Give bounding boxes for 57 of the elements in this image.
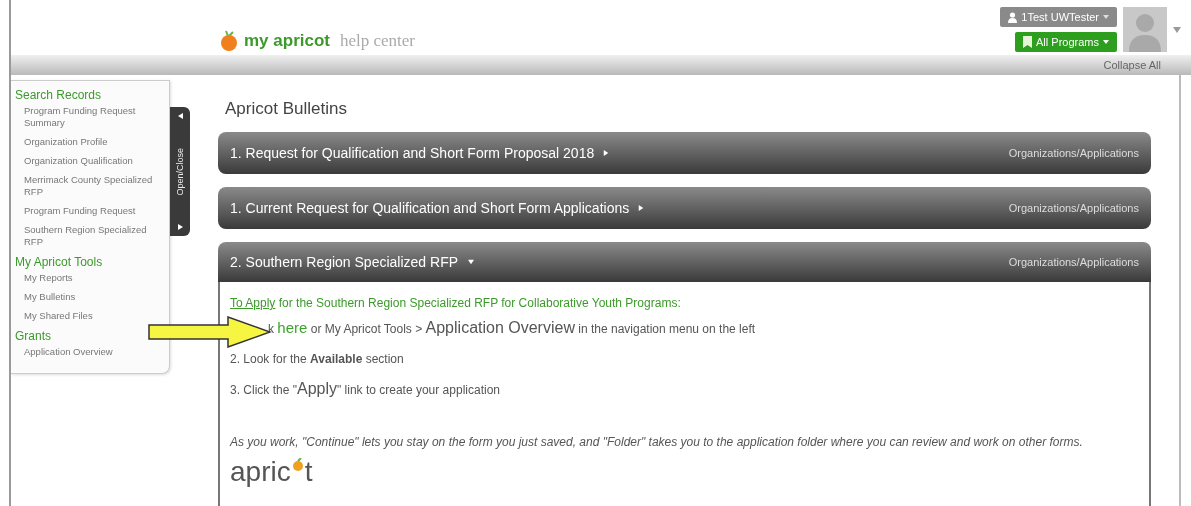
note-text: As you work, "Continue" lets you stay on the form you just saved, and "Folder" takes you to the application folder where you can review and work on other forms. xyxy=(230,434,1084,450)
bulletin-title: 2. Southern Region Specialized RFP xyxy=(230,254,459,270)
sidebar-item[interactable]: My Bulletins xyxy=(24,291,164,303)
step-text: 3. Click the " xyxy=(230,383,297,397)
caret-icon[interactable] xyxy=(1173,27,1181,33)
caret-icon xyxy=(1103,15,1109,19)
sidebar-item[interactable]: Program Funding Request Summary xyxy=(24,105,164,129)
caret-icon xyxy=(638,204,645,212)
person-icon xyxy=(1008,11,1018,23)
step-text: k xyxy=(268,322,275,336)
step-text: or My Apricot Tools > xyxy=(309,322,424,336)
bulletin-category: Organizations/Applications xyxy=(1008,147,1139,159)
caret-icon xyxy=(467,259,476,265)
step-emphasis: Application Overview xyxy=(425,319,575,336)
bulletin-title: 1. Current Request for Qualification and Short Form Applications xyxy=(230,200,630,216)
sidebar-section-title: My Apricot Tools xyxy=(15,255,104,269)
sidebar-item[interactable]: Application Overview xyxy=(24,346,164,358)
step-emphasis: Apply xyxy=(296,380,337,397)
sidebar-section-title: Grants xyxy=(15,329,52,343)
brand-subtitle: help center xyxy=(340,31,416,51)
page-title: Apricot Bulletins xyxy=(225,99,348,119)
bulletin-category: Organizations/Applications xyxy=(1008,202,1139,214)
step-text: in the navigation menu on the left xyxy=(577,322,756,336)
arrow-icon xyxy=(148,316,272,348)
caret-icon xyxy=(177,224,183,230)
apricot-logo-text: t xyxy=(304,458,313,486)
caret-icon xyxy=(603,149,610,157)
caret-icon xyxy=(177,113,183,119)
caret-icon xyxy=(1103,40,1109,44)
sidebar-item[interactable]: My Reports xyxy=(24,272,164,284)
collapse-all-link[interactable]: Collapse All xyxy=(1103,59,1161,71)
bulletin-title: 1. Request for Qualification and Short Form Proposal 2018 xyxy=(230,145,595,161)
programs-menu-button[interactable]: All Programs xyxy=(1015,32,1117,52)
intro-text: To Apply for the Southern Region Specialized RFP for Collaborative Youth Programs: xyxy=(230,296,682,310)
sidebar-item[interactable]: Program Funding Request xyxy=(24,205,164,217)
bulletin-header[interactable]: 1. Current Request for Qualification and Short Form Applications Organizations/Applications xyxy=(218,187,1151,229)
bulletin-category: Organizations/Applications xyxy=(1008,256,1139,268)
sidebar-item[interactable]: Southern Region Specialized RFP xyxy=(24,224,164,248)
apricot-logo-icon xyxy=(290,458,305,472)
user-menu-button[interactable]: 1Test UWTester xyxy=(1000,7,1117,27)
here-link[interactable]: here xyxy=(277,319,308,336)
sidebar-item[interactable]: Organization Qualification xyxy=(24,155,164,167)
bookmark-icon xyxy=(1023,36,1033,48)
step-text: " link to create your application xyxy=(337,383,500,397)
sidebar-section-title: Search Records xyxy=(15,88,103,102)
step-bold-text: Available xyxy=(310,352,363,366)
brand-name: my apricot xyxy=(244,31,330,51)
sidebar-item[interactable]: Merrimack County Specialized RFP xyxy=(24,174,164,198)
sidebar-item[interactable]: Organization Profile xyxy=(24,136,164,148)
apricot-logo-icon xyxy=(220,30,238,52)
step-text: section xyxy=(364,352,404,366)
apricot-logo-text: apric xyxy=(230,458,291,486)
sidebar-item[interactable]: My Shared Files xyxy=(24,310,164,322)
bulletin-header[interactable]: 1. Request for Qualification and Short Form Proposal 2018 Organizations/Applications xyxy=(218,132,1151,174)
open-close-tab[interactable]: Open/Close xyxy=(170,107,190,236)
step-text: 2. Look for the xyxy=(230,352,308,366)
bulletin-header[interactable]: 2. Southern Region Specialized RFP Organizations/Applications xyxy=(218,242,1151,282)
